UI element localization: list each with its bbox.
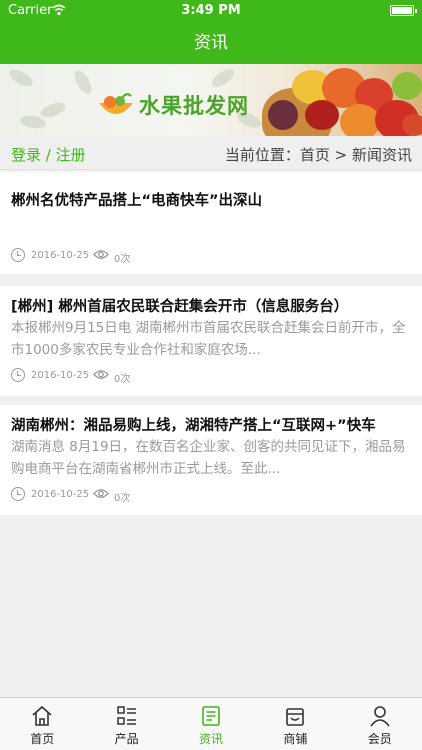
tab-products[interactable]: 产品 <box>84 698 168 750</box>
nav-bar: 资讯 <box>0 22 422 64</box>
breadcrumb: 当前位置：首页 > 新闻资讯 <box>224 146 412 164</box>
clock-icon <box>11 487 25 501</box>
tab-label: 首页 <box>30 732 55 746</box>
tab-news[interactable]: 资讯 <box>169 698 253 750</box>
banner[interactable]: 水果批发网 <box>0 64 422 136</box>
clock-icon <box>11 248 25 262</box>
shop-icon <box>286 708 305 726</box>
news-title[interactable]: [郴州] 郴州首届农民联合赶集会开市（信息服务台） <box>11 295 348 316</box>
news-views: 0次 <box>114 254 131 265</box>
tab-bar: 首页 产品 资讯 商铺 会员 <box>0 697 422 750</box>
status-bar: Carrier 3:49 PM <box>0 0 422 22</box>
clock-time: 3:49 PM <box>181 3 241 18</box>
eye-icon <box>93 370 109 379</box>
sub-bar: 登录 / 注册 当前位置：首页 > 新闻资讯 <box>0 136 422 170</box>
news-views: 0次 <box>114 493 131 504</box>
leaf-decoration <box>6 66 36 90</box>
home-icon <box>32 705 52 726</box>
news-summary: 湖南消息 8月19日，在数百名企业家、创客的共同见证下，湘品易购电商平台在湖南省… <box>11 439 406 477</box>
news-icon <box>202 706 220 726</box>
tab-label: 会员 <box>367 732 392 746</box>
eye-icon <box>93 250 109 259</box>
news-date: 2016-10-25 <box>31 250 90 261</box>
banner-logo-text: 水果批发网 <box>139 94 249 118</box>
leaf-decoration <box>38 99 68 121</box>
tab-label: 产品 <box>114 732 139 746</box>
news-date: 2016-10-25 <box>31 489 90 500</box>
leaf-decoration <box>71 67 95 97</box>
battery-icon <box>390 5 417 16</box>
fruit-bowl-icon <box>99 93 133 114</box>
user-icon <box>370 706 390 727</box>
news-date: 2016-10-25 <box>31 370 90 381</box>
page-title: 资讯 <box>194 33 228 53</box>
news-summary: 本报郴州9月15日电 湖南郴州市首届农民联合赶集会日前开市，全市1000多家农民… <box>11 320 406 358</box>
leaf-decoration <box>208 65 238 91</box>
news-item[interactable]: 湖南郴州：湘品易购上线，湖湘特产搭上“互联网+”快车 湖南消息 8月19日，在数… <box>0 405 422 515</box>
tab-member[interactable]: 会员 <box>338 698 422 750</box>
eye-icon <box>93 489 109 498</box>
list-icon <box>116 706 136 725</box>
news-item[interactable]: [郴州] 郴州首届农民联合赶集会开市（信息服务台） 本报郴州9月15日电 湖南郴… <box>0 286 422 396</box>
tab-label: 商铺 <box>283 732 308 746</box>
clock-icon <box>11 368 25 382</box>
news-title[interactable]: 郴州名优特产品搭上“电商快车”出深山 <box>11 189 262 210</box>
tab-label: 资讯 <box>198 732 223 746</box>
login-register-link[interactable]: 登录 / 注册 <box>11 144 86 165</box>
tab-shop[interactable]: 商铺 <box>253 698 337 750</box>
tab-home[interactable]: 首页 <box>0 698 84 750</box>
news-title[interactable]: 湖南郴州：湘品易购上线，湖湘特产搭上“互联网+”快车 <box>11 414 376 435</box>
news-views: 0次 <box>114 374 131 385</box>
news-item[interactable]: 郴州名优特产品搭上“电商快车”出深山 2016-10-25 0次 <box>0 172 422 274</box>
